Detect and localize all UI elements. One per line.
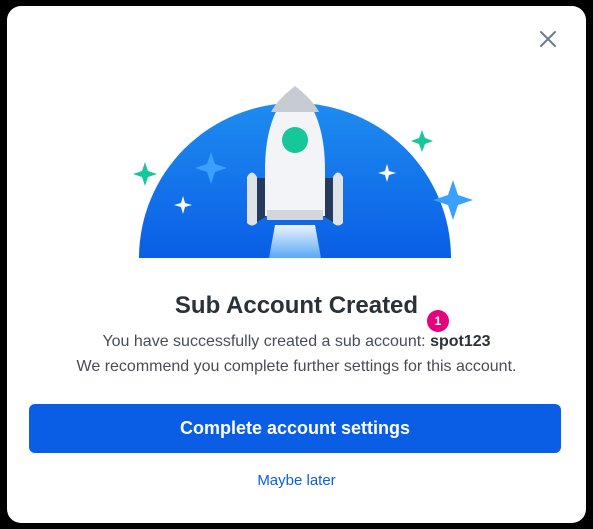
- close-icon: [540, 31, 556, 47]
- rocket-window: [282, 127, 308, 153]
- maybe-later-link[interactable]: Maybe later: [7, 472, 586, 489]
- dialog-title: Sub Account Created: [174, 292, 419, 319]
- rocket-fin-right: [333, 172, 343, 226]
- rocket-flame: [269, 225, 321, 258]
- recommendation-message: We recommend you complete further settin…: [76, 358, 517, 375]
- sparkle-green-left: [133, 162, 157, 186]
- rocket-band: [267, 210, 323, 220]
- sub-account-created-dialog: Sub Account Created You have successfull…: [7, 6, 586, 523]
- success-message-text: You have successfully created a sub acco…: [102, 333, 431, 350]
- sub-account-name: spot123: [430, 333, 491, 350]
- rocket-launch-illustration: [133, 86, 473, 258]
- rocket-fin-left: [247, 172, 257, 226]
- step-badge: 1: [427, 310, 449, 332]
- sparkle-green-right: [411, 130, 433, 152]
- close-button[interactable]: [535, 26, 561, 52]
- complete-account-settings-button[interactable]: Complete account settings: [29, 404, 561, 453]
- rocket-nose: [271, 86, 319, 112]
- success-message: You have successfully created a sub acco…: [7, 333, 586, 351]
